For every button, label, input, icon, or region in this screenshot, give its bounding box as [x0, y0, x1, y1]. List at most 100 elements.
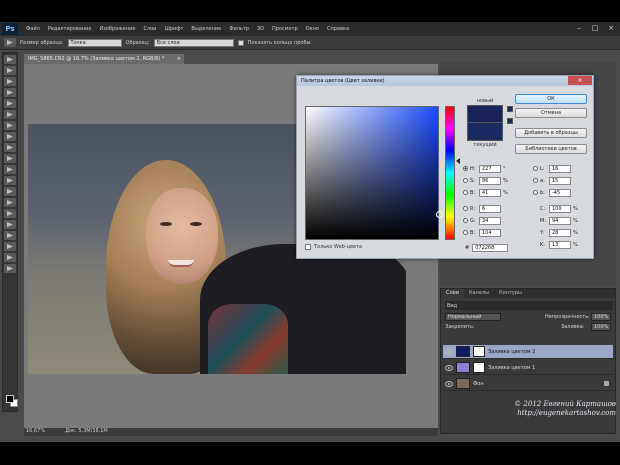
magenta-row[interactable]: M: 94 % — [540, 216, 578, 225]
menu-layer[interactable]: Слои — [139, 26, 160, 32]
color-field-marker[interactable] — [436, 211, 443, 218]
black-input[interactable]: 13 — [549, 240, 571, 249]
maximize-icon[interactable]: □ — [588, 23, 602, 34]
eraser-tool-icon[interactable] — [4, 165, 16, 174]
path-select-icon[interactable] — [4, 231, 16, 240]
healing-brush-icon[interactable] — [4, 121, 16, 130]
green-input[interactable]: 34 — [479, 216, 501, 225]
close-window-icon[interactable]: × — [604, 23, 618, 34]
tab-layers[interactable]: Слои — [441, 289, 464, 298]
blue-input[interactable]: 104 — [479, 228, 501, 237]
blend-mode-select[interactable]: Нормальный — [445, 313, 501, 321]
brightness-radio[interactable] — [463, 190, 468, 195]
lasso-tool-icon[interactable] — [4, 77, 16, 86]
menu-window[interactable]: Окно — [302, 26, 323, 32]
eyedropper-icon[interactable] — [4, 110, 16, 119]
saturation-input[interactable]: 86 — [479, 176, 501, 185]
web-safe-cube-icon[interactable] — [507, 118, 513, 124]
dialog-title-bar[interactable]: Палитра цветов (Цвет заливки) × — [297, 76, 593, 86]
sample-size-select[interactable]: Точка — [67, 38, 122, 47]
pen-tool-icon[interactable] — [4, 209, 16, 218]
lab-a-radio[interactable] — [533, 178, 538, 183]
kind-label[interactable]: Вид — [447, 303, 457, 309]
hue-slider-arrow-icon[interactable] — [456, 158, 460, 164]
blue-radio[interactable] — [463, 230, 468, 235]
opacity-input[interactable]: 100% — [591, 313, 611, 321]
visibility-eye-icon[interactable] — [445, 380, 453, 387]
hue-row[interactable]: H: 227 ° — [463, 164, 508, 173]
tab-channels[interactable]: Каналы — [464, 289, 494, 298]
move-tool-icon[interactable] — [4, 55, 16, 64]
visibility-eye-icon[interactable] — [445, 364, 453, 371]
type-tool-icon[interactable] — [4, 220, 16, 229]
black-row[interactable]: K: 13 % — [540, 240, 578, 249]
current-color-swatch[interactable] — [467, 123, 503, 141]
green-radio[interactable] — [463, 218, 468, 223]
brush-tool-icon[interactable] — [4, 132, 16, 141]
lab-l-input[interactable]: 16 — [549, 164, 571, 173]
lab-a-row[interactable]: a: 15 — [533, 176, 571, 185]
saturation-row[interactable]: S: 86 % — [463, 176, 508, 185]
lab-l-row[interactable]: L: 16 — [533, 164, 571, 173]
dodge-tool-icon[interactable] — [4, 198, 16, 207]
blur-tool-icon[interactable] — [4, 187, 16, 196]
cyan-row[interactable]: C: 100 % — [540, 204, 578, 213]
clone-stamp-icon[interactable] — [4, 143, 16, 152]
layer-row[interactable]: Фон — [443, 377, 613, 391]
foreground-color-swatch[interactable] — [6, 395, 14, 403]
lab-b-row[interactable]: b: -45 — [533, 188, 571, 197]
gradient-tool-icon[interactable] — [4, 176, 16, 185]
add-to-swatches-button[interactable]: Добавить в образцы — [515, 128, 587, 138]
red-radio[interactable] — [463, 206, 468, 211]
lab-a-input[interactable]: 15 — [549, 176, 571, 185]
visibility-eye-icon[interactable] — [445, 348, 453, 355]
crop-tool-icon[interactable] — [4, 99, 16, 108]
hue-radio[interactable] — [463, 166, 468, 171]
minimize-icon[interactable]: – — [572, 23, 586, 34]
marquee-tool-icon[interactable] — [4, 66, 16, 75]
brightness-row[interactable]: B: 41 % — [463, 188, 508, 197]
sample-select[interactable]: Все слои — [153, 38, 234, 47]
menu-help[interactable]: Справка — [323, 26, 353, 32]
zoom-level[interactable]: 16,67% — [26, 428, 45, 436]
eyedropper-tool-icon[interactable] — [4, 38, 16, 47]
layer-row[interactable]: Заливка цветом 2 — [443, 345, 613, 359]
blue-row[interactable]: B: 104 — [463, 228, 501, 237]
tab-paths[interactable]: Контуры — [494, 289, 527, 298]
red-input[interactable]: 6 — [479, 204, 501, 213]
lab-b-radio[interactable] — [533, 190, 538, 195]
saturation-radio[interactable] — [463, 178, 468, 183]
cyan-input[interactable]: 100 — [549, 204, 571, 213]
menu-file[interactable]: Файл — [22, 26, 44, 32]
menu-edit[interactable]: Редактирование — [44, 26, 96, 32]
menu-3d[interactable]: 3D — [253, 26, 268, 32]
yellow-row[interactable]: Y: 28 % — [540, 228, 578, 237]
brightness-input[interactable]: 41 — [479, 188, 501, 197]
green-row[interactable]: G: 34 — [463, 216, 501, 225]
hue-input[interactable]: 227 — [479, 164, 501, 173]
web-colors-checkbox[interactable] — [305, 244, 311, 250]
menu-select[interactable]: Выделение — [187, 26, 225, 32]
menu-image[interactable]: Изображение — [95, 26, 139, 32]
show-ring-checkbox[interactable] — [237, 39, 244, 46]
document-tab[interactable]: IMG_5865.CR2 @ 16,7% (Заливка цветом 2, … — [24, 54, 184, 64]
shape-tool-icon[interactable] — [4, 242, 16, 251]
layer-row[interactable]: Заливка цветом 1 — [443, 361, 613, 375]
ok-button[interactable]: ОК — [515, 94, 587, 104]
menu-filter[interactable]: Фильтр — [225, 26, 253, 32]
cancel-button[interactable]: Отмена — [515, 108, 587, 118]
web-colors-option[interactable]: Только Web-цвета — [305, 244, 362, 250]
color-libraries-button[interactable]: Библиотеки цветов — [515, 144, 587, 154]
hue-slider[interactable] — [445, 106, 455, 240]
quick-select-tool-icon[interactable] — [4, 88, 16, 97]
zoom-tool-icon[interactable] — [4, 264, 16, 273]
red-row[interactable]: R: 6 — [463, 204, 501, 213]
close-tab-icon[interactable]: × — [177, 54, 181, 64]
dialog-close-icon[interactable]: × — [568, 76, 592, 85]
lab-l-radio[interactable] — [533, 166, 538, 171]
hand-tool-icon[interactable] — [4, 253, 16, 262]
gamut-warning-icon[interactable] — [507, 106, 513, 112]
yellow-input[interactable]: 28 — [549, 228, 571, 237]
fill-input[interactable]: 100% — [591, 323, 611, 331]
history-brush-icon[interactable] — [4, 154, 16, 163]
